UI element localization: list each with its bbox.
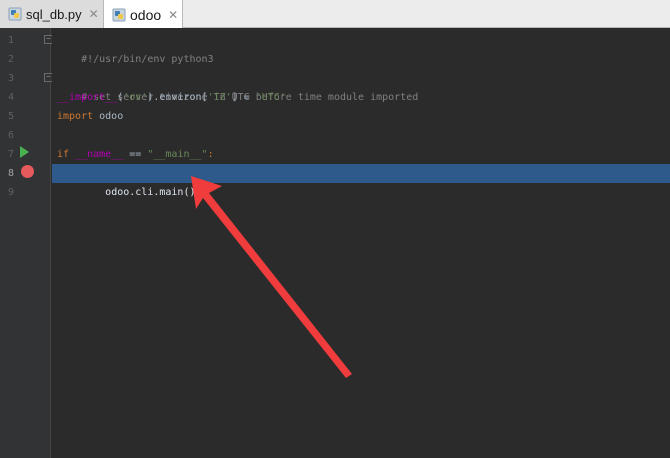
code-token: == xyxy=(123,149,148,160)
code-token: ).environ[ xyxy=(147,92,208,103)
line-number: 3 xyxy=(7,73,14,84)
code-token: ] = xyxy=(231,92,256,103)
breakpoint-icon[interactable] xyxy=(21,165,34,178)
code-token: odoo xyxy=(93,111,124,122)
tab-sql-db[interactable]: sql_db.py ✕ xyxy=(0,0,104,28)
code-line-5: import odoo xyxy=(52,107,670,126)
code-line-4: __import__('os').environ['TZ'] = 'UTC' xyxy=(52,88,670,107)
line-number: 6 xyxy=(7,130,14,141)
code-token: : xyxy=(207,149,214,160)
line-number: 5 xyxy=(7,111,14,122)
line-number: 2 xyxy=(7,54,14,65)
code-line-1: #!/usr/bin/env python3 xyxy=(52,31,670,65)
line-number: 8 xyxy=(7,168,14,179)
editor-tab-bar: sql_db.py ✕ odoo ✕ xyxy=(0,0,670,29)
run-icon[interactable] xyxy=(20,146,29,158)
import-builtin: __import__ xyxy=(57,92,118,103)
tab-label: sql_db.py xyxy=(26,6,82,22)
code-editor[interactable]: #!/usr/bin/env python3 # set server time… xyxy=(52,28,670,458)
string-literal: 'TZ' xyxy=(207,92,232,103)
keyword: if xyxy=(57,149,70,160)
code-line-7: if __name__ == "__main__": xyxy=(52,145,670,164)
python-file-icon xyxy=(8,7,22,21)
keyword: import xyxy=(57,111,94,122)
editor-gutter[interactable]: 1 2 3 4 5 6 7 8 9 − − xyxy=(0,28,53,458)
code-line-3: # set server timezone in UTC before time… xyxy=(52,69,670,103)
python-file-icon xyxy=(112,8,126,21)
string-literal: 'os' xyxy=(123,92,148,103)
string-literal: "__main__" xyxy=(147,149,208,160)
tab-label: odoo xyxy=(130,6,162,23)
line-number: 1 xyxy=(7,35,14,46)
line-number: 7 xyxy=(7,149,14,160)
dunder-name: __name__ xyxy=(75,149,124,160)
line-number: 9 xyxy=(7,187,14,198)
close-icon[interactable]: ✕ xyxy=(89,8,99,20)
code-line-8-selected: odoo.cli.main() xyxy=(52,164,670,198)
close-icon[interactable]: ✕ xyxy=(168,9,178,21)
line-number: 4 xyxy=(7,92,14,103)
string-literal: 'UTC' xyxy=(255,92,286,103)
tab-odoo[interactable]: odoo ✕ xyxy=(104,0,183,29)
